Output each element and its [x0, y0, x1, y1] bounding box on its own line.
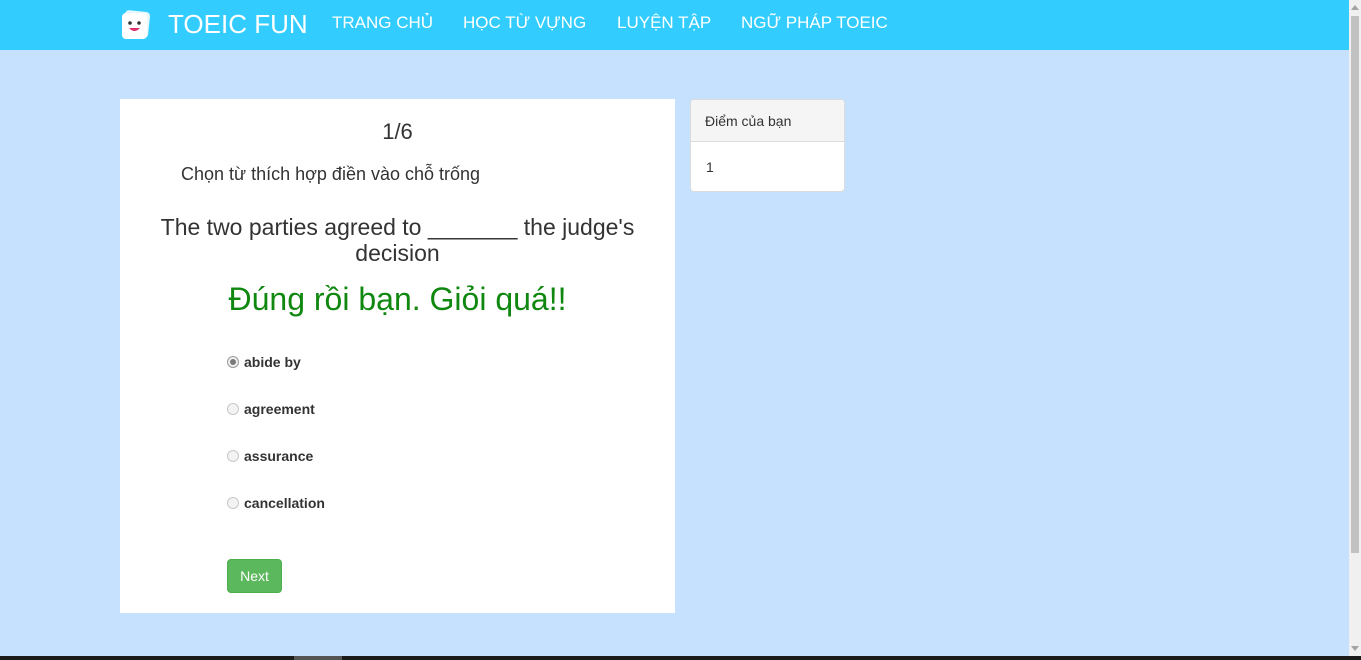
- option-label: cancellation: [244, 495, 325, 511]
- nav-item-hoc-tu-vung[interactable]: HỌC TỪ VỰNG: [463, 13, 586, 33]
- vertical-scrollbar[interactable]: [1349, 0, 1361, 656]
- scroll-down-arrow-icon[interactable]: [1351, 646, 1359, 651]
- option-agreement[interactable]: agreement: [227, 400, 315, 418]
- top-navbar: TOEIC FUN TRANG CHỦ HỌC TỪ VỰNG LUYỆN TẬ…: [0, 0, 1349, 50]
- option-label: abide by: [244, 354, 301, 370]
- radio-button-selected[interactable]: [227, 356, 239, 368]
- taskbar-segment: [294, 656, 342, 660]
- nav-item-luyen-tap[interactable]: LUYỆN TẬP: [617, 13, 711, 33]
- option-abide-by[interactable]: abide by: [227, 353, 301, 371]
- next-button[interactable]: Next: [227, 559, 282, 593]
- taskbar-edge: [0, 656, 1361, 660]
- question-counter: 1/6: [382, 119, 413, 144]
- answer-feedback: Đúng rồi bạn. Giỏi quá!!: [228, 281, 567, 317]
- scroll-thumb[interactable]: [1351, 16, 1359, 553]
- radio-button[interactable]: [227, 450, 239, 462]
- radio-button[interactable]: [227, 403, 239, 415]
- score-heading: Điểm của bạn: [691, 100, 844, 142]
- option-label: assurance: [244, 448, 314, 464]
- option-label: agreement: [244, 401, 315, 417]
- score-value: 1: [706, 159, 714, 175]
- brand-name[interactable]: TOEIC FUN: [168, 10, 308, 38]
- radio-button[interactable]: [227, 497, 239, 509]
- question-text: The two parties agreed to _______ the ju…: [160, 214, 635, 266]
- smiley-logo-icon[interactable]: [121, 10, 151, 40]
- instruction-text: Chọn từ thích hợp điền vào chỗ trống: [181, 164, 481, 184]
- nav-item-trang-chu[interactable]: TRANG CHỦ: [332, 13, 433, 33]
- nav-item-ngu-phap-toeic[interactable]: NGỮ PHÁP TOEIC: [741, 13, 888, 33]
- score-panel: Điểm của bạn 1: [690, 99, 845, 192]
- scroll-up-arrow-icon[interactable]: [1351, 5, 1359, 10]
- option-cancellation[interactable]: cancellation: [227, 494, 325, 512]
- option-assurance[interactable]: assurance: [227, 447, 313, 465]
